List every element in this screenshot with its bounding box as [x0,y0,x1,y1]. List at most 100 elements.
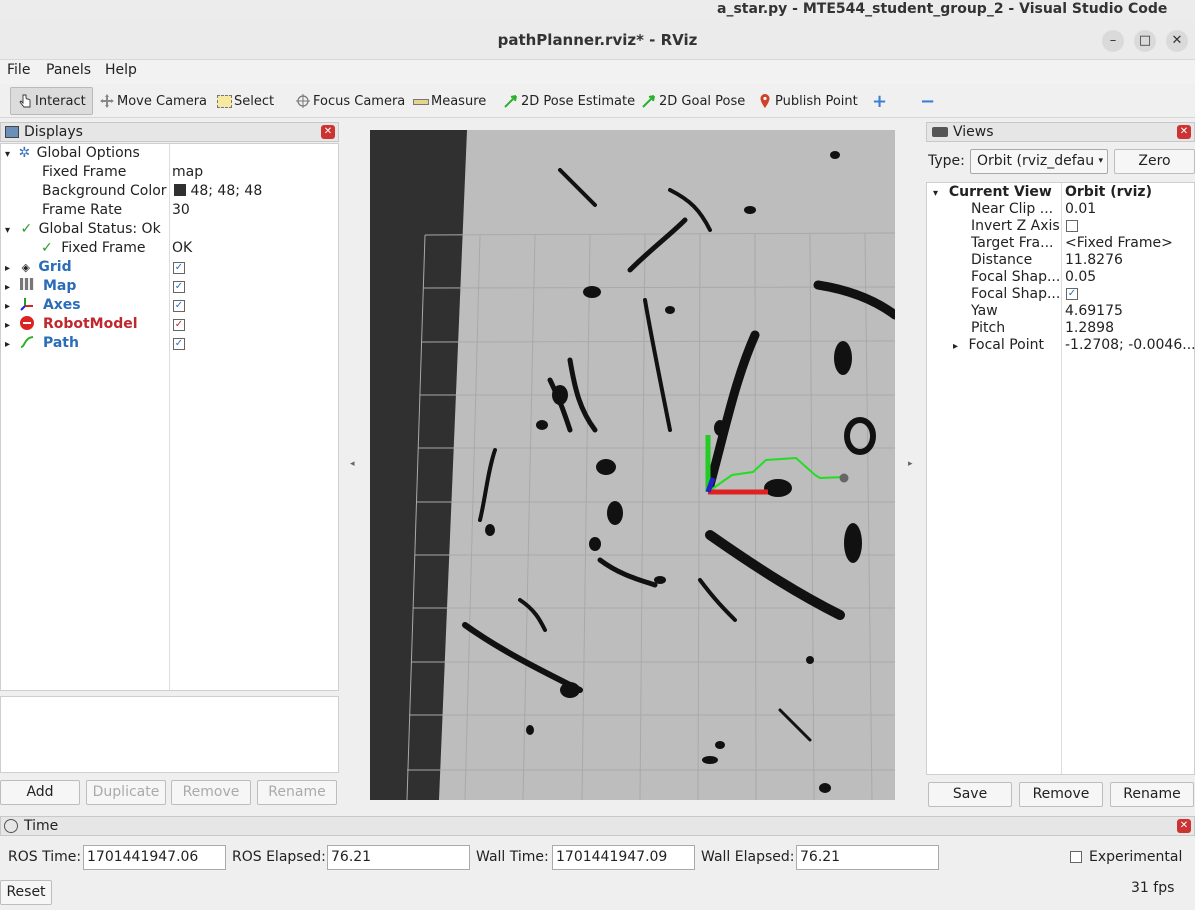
global-options-row[interactable]: ▾ ✲ Global Options [5,145,140,164]
collapse-right-arrow-icon[interactable]: ▸ [908,459,913,469]
displays-tree[interactable]: ▾ ✲ Global Options Fixed Frame map Backg… [0,143,339,691]
map-checkbox[interactable]: ✓ [173,281,185,293]
display-item-label: Grid [38,259,72,275]
invert-z-checkbox[interactable] [1066,220,1078,232]
menu-panels[interactable]: Panels [46,62,91,78]
move-camera-tool[interactable]: Move Camera [99,90,207,112]
display-item-map[interactable]: ▸ Map [5,278,76,297]
occupied-cells [462,168,895,742]
collapsed-arrow-icon: ▸ [5,339,11,350]
display-item-axes[interactable]: ▸ Axes [5,297,81,316]
type-label: Type: [928,153,965,169]
axes-checkbox[interactable]: ✓ [173,300,185,312]
view-type-select[interactable]: Orbit (rviz_defau ▾ [970,149,1108,174]
ros-elapsed-field[interactable]: 76.21 [327,845,470,870]
global-status-row[interactable]: ▾ ✓ Global Status: Ok [5,221,161,240]
menu-file[interactable]: File [7,62,30,78]
reset-button[interactable]: Reset [0,880,52,905]
background-color-text: 48; 48; 48 [190,183,263,199]
display-description-area [0,696,339,773]
close-time-icon[interactable]: ✕ [1177,819,1191,833]
add-display-button[interactable]: Add [0,780,80,805]
pose-estimate-label: 2D Pose Estimate [521,93,636,109]
axes-icon [20,298,34,311]
close-button[interactable]: ✕ [1166,30,1188,52]
obstacle-blobs [485,151,876,793]
collapse-left-arrow-icon[interactable]: ◂ [350,459,355,469]
focus-camera-tool[interactable]: Focus Camera [295,90,405,112]
pose-estimate-tool[interactable]: 2D Pose Estimate [503,90,635,112]
focal-shape-fixed-checkbox[interactable]: ✓ [1066,288,1078,300]
close-displays-icon[interactable]: ✕ [321,125,335,139]
measure-label: Measure [431,93,487,109]
interact-tool[interactable]: Interact [10,87,93,115]
grid-icon: ◈ [21,261,30,274]
toolbar: Interact Move Camera Select Focus Camera… [0,84,1195,118]
menu-help[interactable]: Help [105,62,137,78]
ros-time-field[interactable]: 1701441947.06 [83,845,226,870]
display-item-robotmodel[interactable]: ▸ RobotModel [5,316,138,335]
add-tool-button[interactable]: + [872,90,887,112]
interact-label: Interact [35,93,86,109]
path-checkbox[interactable]: ✓ [173,338,185,350]
duplicate-display-button[interactable]: Duplicate [86,780,166,805]
wall-elapsed-field[interactable]: 76.21 [796,845,939,870]
focal-point-value[interactable]: -1.2708; -0.0046... [1065,337,1195,356]
maximize-button[interactable]: □ [1134,30,1156,52]
prop-key: Focal Point [968,337,1044,353]
column-divider [169,144,170,690]
path-icon [21,336,34,348]
select-rect-icon [217,94,232,108]
fixed-frame-label: Fixed Frame [42,164,127,180]
views-tree[interactable]: ▾ Current View Orbit (rviz) Near Clip ..… [926,182,1195,775]
remove-view-button[interactable]: Remove [1019,782,1103,807]
rename-display-button[interactable]: Rename [257,780,337,805]
robotmodel-checkbox[interactable]: ✓ [173,319,185,331]
gear-icon: ✲ [18,145,31,161]
rename-view-button[interactable]: Rename [1110,782,1194,807]
displays-title: Displays [24,124,83,140]
display-item-path[interactable]: ▸ Path [5,335,79,354]
wall-time-field[interactable]: 1701441947.09 [552,845,695,870]
os-title: a_star.py - MTE544_student_group_2 - Vis… [717,1,1168,17]
camera-icon [932,127,948,137]
save-view-button[interactable]: Save [928,782,1012,807]
column-divider [1061,183,1062,774]
focal-point-row[interactable]: ▸ Focal Point [953,337,1044,356]
background-color-value[interactable]: 48; 48; 48 [174,183,262,202]
global-options-label: Global Options [36,145,140,161]
minimize-button[interactable]: – [1102,30,1124,52]
focal-shape-size-value[interactable]: 0.05 [1065,269,1096,288]
display-item-label: RobotModel [42,316,138,332]
green-arrow-icon [642,95,655,108]
wall-time-label: Wall Time: [476,849,549,865]
fixed-frame-value[interactable]: map [172,164,203,183]
time-header: Time ✕ [0,816,1195,836]
time-title: Time [24,818,59,834]
select-tool[interactable]: Select [217,90,274,112]
ros-time-label: ROS Time: [8,849,82,865]
experimental-checkbox[interactable] [1070,851,1082,863]
status-fixed-frame-value: OK [172,240,193,256]
grid-checkbox[interactable]: ✓ [173,262,185,274]
crosshair-icon [296,94,310,108]
measure-tool[interactable]: Measure [413,90,486,112]
menu-bar: File Panels Help [0,60,1195,84]
color-swatch [174,184,186,196]
remove-tool-button[interactable]: − [920,90,935,112]
status-fixed-frame-label: Fixed Frame [61,240,146,256]
frame-rate-value[interactable]: 30 [172,202,190,221]
zero-button[interactable]: Zero [1114,149,1195,174]
experimental-label: Experimental [1089,849,1183,865]
remove-display-button[interactable]: Remove [171,780,251,805]
green-arrow-icon [504,95,517,108]
close-views-icon[interactable]: ✕ [1177,125,1191,139]
os-title-bar: a_star.py - MTE544_student_group_2 - Vis… [0,0,1195,20]
map-icon [20,278,35,290]
publish-point-tool[interactable]: Publish Point [757,90,858,112]
goal-pose-tool[interactable]: 2D Goal Pose [641,90,745,112]
display-item-grid[interactable]: ▸ ◈ Grid [5,259,72,278]
views-header: Views ✕ [926,122,1195,142]
render-viewport[interactable] [370,130,895,800]
near-clip-value[interactable]: 0.01 [1065,201,1096,220]
